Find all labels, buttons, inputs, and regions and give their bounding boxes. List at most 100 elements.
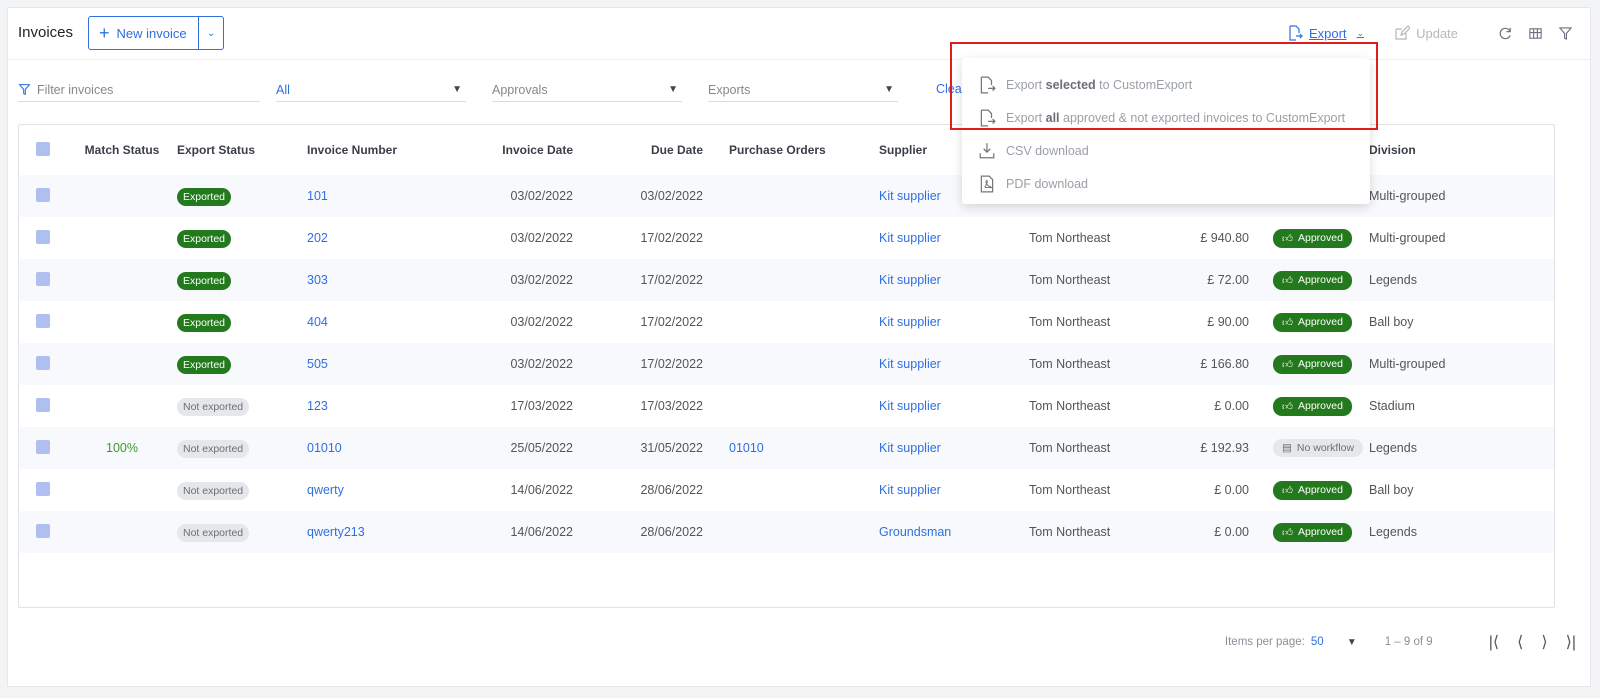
row-checkbox[interactable] xyxy=(36,229,50,244)
export-selected-menu-item[interactable]: Export selected to CustomExport xyxy=(978,74,1192,96)
export-menu: Export selected to CustomExport Export a… xyxy=(962,58,1370,204)
invoice-number-link[interactable]: qwerty xyxy=(307,483,344,497)
row-checkbox[interactable] xyxy=(36,271,50,286)
supplier-link[interactable]: Kit supplier xyxy=(879,189,941,203)
invoice-number-link[interactable]: 123 xyxy=(307,399,328,413)
next-page-icon[interactable]: ⟩ xyxy=(1541,632,1547,652)
filter-invoices-placeholder: Filter invoices xyxy=(37,82,114,97)
row-checkbox[interactable] xyxy=(36,313,50,328)
invoice-number-link[interactable]: 505 xyxy=(307,357,328,371)
chevron-down-icon: ⌄ xyxy=(1356,27,1365,38)
export-status-badge: Not exported xyxy=(177,482,250,500)
menu-text-bold: all xyxy=(1045,111,1060,125)
invoice-number-link[interactable]: qwerty213 xyxy=(307,525,365,539)
match-status-cell: 100% xyxy=(106,441,138,455)
supplier-link[interactable]: Groundsman xyxy=(879,525,951,539)
supplier-link[interactable]: Kit supplier xyxy=(879,315,941,329)
row-checkbox[interactable] xyxy=(36,355,50,370)
amount-cell: £ 0.00 xyxy=(1214,525,1249,539)
refresh-icon[interactable] xyxy=(1494,22,1516,44)
items-per-page-select[interactable]: 50 xyxy=(1311,636,1347,648)
invoice-number-link[interactable]: 01010 xyxy=(307,441,342,455)
select-all-checkbox[interactable] xyxy=(36,141,50,156)
clear-filters-link[interactable]: Clea xyxy=(936,82,962,96)
approval-status-text: Approved xyxy=(1297,232,1343,244)
table-row[interactable]: Exported 404 03/02/2022 17/02/2022 Kit suppl… xyxy=(19,301,1554,343)
amount-cell: £ 0.00 xyxy=(1214,399,1249,413)
division-cell: Multi-grouped xyxy=(1369,357,1446,371)
menu-text: approved & not exported invoices to Cust… xyxy=(1063,111,1346,125)
approval-status-badge: 👍︎ Approved xyxy=(1273,312,1352,332)
column-header[interactable]: Export Status xyxy=(177,125,307,175)
invoice-date-cell: 25/05/2022 xyxy=(510,441,573,455)
table-row[interactable]: Not exported qwerty213 14/06/2022 28/06/202… xyxy=(19,511,1554,553)
table-row[interactable]: Not exported 123 17/03/2022 17/03/2022 Kit s… xyxy=(19,385,1554,427)
invoice-number-link[interactable]: 202 xyxy=(307,231,328,245)
supplier-link[interactable]: Kit supplier xyxy=(879,399,941,413)
supplier-link[interactable]: Kit supplier xyxy=(879,483,941,497)
invoice-date-cell: 17/03/2022 xyxy=(510,399,573,413)
new-invoice-button[interactable]: + New invoice xyxy=(89,17,198,49)
purchase-order-link[interactable]: 01010 xyxy=(729,441,764,455)
caret-down-icon[interactable]: ▼ xyxy=(1347,637,1357,648)
filter-icon[interactable] xyxy=(1554,22,1576,44)
exports-select[interactable]: Exports ▼ xyxy=(708,78,898,102)
previous-page-icon[interactable]: ⟨ xyxy=(1517,632,1523,652)
row-checkbox[interactable] xyxy=(36,187,50,202)
download-icon xyxy=(979,143,995,159)
new-invoice-label: New invoice xyxy=(116,25,187,41)
thumbs-up-icon: 👍︎ xyxy=(1282,400,1293,413)
toolbar: Invoices + New invoice ⌄ Export ⌄ Update xyxy=(8,8,1590,60)
column-header[interactable]: Match Status xyxy=(67,125,177,175)
supplier-link[interactable]: Kit supplier xyxy=(879,231,941,245)
row-checkbox[interactable] xyxy=(36,481,50,496)
export-all-menu-item[interactable]: Export all approved & not exported invoi… xyxy=(978,107,1345,129)
edit-icon xyxy=(1395,25,1411,40)
csv-download-menu-item[interactable]: CSV download xyxy=(978,140,1089,162)
column-header[interactable]: Due Date xyxy=(573,125,703,175)
column-header[interactable]: Invoice Number xyxy=(307,125,457,175)
items-per-page-label: Items per page: xyxy=(1224,636,1305,648)
row-checkbox[interactable] xyxy=(36,523,50,538)
thumbs-up-icon: 👍︎ xyxy=(1282,358,1293,371)
owner-cell: Tom Northeast xyxy=(1029,315,1111,329)
table-row[interactable]: Not exported qwerty 14/06/2022 28/06/2022 Ki… xyxy=(19,469,1554,511)
export-button[interactable]: Export ⌄ xyxy=(1287,25,1364,41)
due-date-cell: 28/06/2022 xyxy=(640,483,703,497)
filter-invoices-input[interactable]: Filter invoices xyxy=(18,78,260,102)
invoice-number-link[interactable]: 303 xyxy=(307,273,328,287)
owner-cell: Tom Northeast xyxy=(1029,483,1111,497)
export-status-badge: Exported xyxy=(177,230,232,248)
update-button[interactable]: Update xyxy=(1394,25,1458,41)
filter-icon xyxy=(18,84,31,96)
invoice-date-cell: 03/02/2022 xyxy=(510,357,573,371)
table-row[interactable]: 100% Not exported 01010 25/05/2022 31/05/202… xyxy=(19,427,1554,469)
invoice-number-link[interactable]: 404 xyxy=(307,315,328,329)
export-status-badge: Exported xyxy=(177,272,232,290)
supplier-link[interactable]: Kit supplier xyxy=(879,441,941,455)
invoice-number-link[interactable]: 101 xyxy=(307,189,328,203)
caret-down-icon: ▼ xyxy=(668,84,678,95)
match-status-cell xyxy=(67,385,177,427)
column-header[interactable]: Purchase Orders xyxy=(729,125,879,175)
table-row[interactable]: Exported 303 03/02/2022 17/02/2022 Kit suppl… xyxy=(19,259,1554,301)
row-checkbox[interactable] xyxy=(36,397,50,412)
amount-cell: £ 166.80 xyxy=(1200,357,1249,371)
toolbar-actions: Export ⌄ Update xyxy=(1287,22,1576,44)
pdf-download-menu-item[interactable]: PDF download xyxy=(978,173,1088,195)
table-row[interactable]: Exported 202 03/02/2022 17/02/2022 Kit suppl… xyxy=(19,217,1554,259)
table-row[interactable]: Exported 505 03/02/2022 17/02/2022 Kit suppl… xyxy=(19,343,1554,385)
match-status-cell xyxy=(67,511,177,553)
column-header[interactable]: Division xyxy=(1369,125,1554,175)
supplier-link[interactable]: Kit supplier xyxy=(879,273,941,287)
supplier-link[interactable]: Kit supplier xyxy=(879,357,941,371)
first-page-icon[interactable]: |⟨ xyxy=(1489,632,1499,652)
last-page-icon[interactable]: ⟩| xyxy=(1566,632,1576,652)
column-header[interactable]: Invoice Date xyxy=(457,125,573,175)
approvals-select[interactable]: Approvals ▼ xyxy=(492,78,682,102)
row-checkbox[interactable] xyxy=(36,439,50,454)
new-invoice-dropdown-toggle[interactable]: ⌄ xyxy=(198,17,223,49)
columns-grid-icon[interactable] xyxy=(1524,22,1546,44)
update-label: Update xyxy=(1416,25,1458,41)
status-select[interactable]: All ▼ xyxy=(276,78,466,102)
